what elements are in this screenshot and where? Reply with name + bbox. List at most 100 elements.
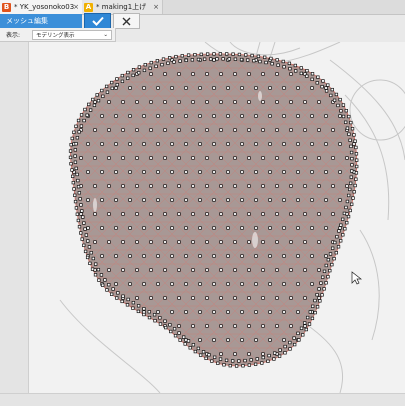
mesh-vertex[interactable] — [116, 291, 120, 295]
mesh-vertex[interactable] — [326, 258, 331, 262]
mesh-vertex[interactable] — [331, 128, 335, 132]
mesh-vertex[interactable] — [163, 184, 167, 188]
mesh-vertex[interactable] — [282, 114, 286, 118]
mesh-vertex[interactable] — [212, 198, 216, 202]
mesh-vertex[interactable] — [191, 100, 195, 104]
mesh-vertex[interactable] — [183, 342, 187, 346]
mesh-vertex[interactable] — [142, 114, 146, 118]
mesh-vertex[interactable] — [177, 72, 181, 76]
mesh-vertex[interactable] — [74, 124, 78, 128]
mesh-vertex[interactable] — [95, 93, 99, 97]
mesh-vertex[interactable] — [152, 313, 157, 317]
mesh-vertex[interactable] — [110, 80, 114, 85]
mesh-vertex[interactable] — [330, 87, 334, 92]
mesh-vertex[interactable] — [344, 109, 348, 113]
mesh-vertex[interactable] — [121, 156, 125, 160]
mesh-vertex[interactable] — [240, 170, 244, 174]
mesh-vertex[interactable] — [348, 208, 352, 213]
mesh-vertex[interactable] — [328, 252, 333, 256]
mesh-vertex[interactable] — [226, 338, 230, 342]
mesh-vertex[interactable] — [293, 63, 298, 68]
mesh-vertex[interactable] — [121, 294, 125, 298]
mesh-vertex[interactable] — [289, 156, 293, 160]
mesh-vertex[interactable] — [142, 226, 146, 230]
mesh-vertex[interactable] — [93, 184, 97, 188]
mesh-vertex[interactable] — [97, 278, 101, 282]
mesh-vertex[interactable] — [226, 86, 230, 90]
mesh-vertex[interactable] — [198, 310, 202, 314]
mesh-vertex[interactable] — [79, 203, 83, 207]
mesh-vertex[interactable] — [247, 240, 251, 244]
mesh-vertex[interactable] — [219, 156, 223, 160]
mesh-vertex[interactable] — [219, 72, 223, 76]
mesh-vertex[interactable] — [188, 346, 192, 350]
cancel-button[interactable] — [113, 13, 140, 29]
mesh-vertex[interactable] — [128, 114, 132, 118]
mesh-vertex[interactable] — [156, 282, 160, 286]
mesh-vertex[interactable] — [74, 206, 79, 210]
mesh-vertex[interactable] — [264, 60, 268, 65]
mesh-vertex[interactable] — [240, 338, 244, 342]
mesh-vertex[interactable] — [268, 310, 272, 314]
mesh-vertex[interactable] — [184, 170, 188, 174]
mesh-vertex[interactable] — [163, 319, 167, 323]
mesh-vertex[interactable] — [350, 169, 354, 173]
mesh-vertex[interactable] — [310, 170, 314, 174]
mesh-vertex[interactable] — [107, 212, 111, 216]
mesh-vertex[interactable] — [315, 305, 320, 309]
mesh-vertex[interactable] — [324, 170, 328, 174]
mesh-vertex[interactable] — [332, 98, 337, 102]
mesh-vertex[interactable] — [228, 364, 232, 368]
mesh-vertex[interactable] — [87, 102, 91, 107]
mesh-vertex[interactable] — [77, 225, 82, 229]
mesh-vertex[interactable] — [254, 114, 258, 118]
mesh-vertex[interactable] — [191, 240, 195, 244]
mesh-vertex[interactable] — [180, 54, 184, 58]
mesh-vertex[interactable] — [107, 283, 111, 287]
mesh-vertex[interactable] — [73, 154, 77, 158]
mesh-vertex[interactable] — [76, 185, 81, 189]
mesh-vertex[interactable] — [347, 193, 351, 198]
mesh-vertex[interactable] — [296, 170, 300, 174]
mesh-vertex[interactable] — [107, 156, 111, 160]
mesh-vertex[interactable] — [282, 310, 286, 314]
mesh-vertex[interactable] — [338, 198, 342, 202]
mesh-vertex[interactable] — [174, 54, 178, 59]
mesh-vertex[interactable] — [191, 212, 195, 216]
mesh-vertex[interactable] — [289, 240, 293, 244]
mesh-vertex[interactable] — [317, 128, 321, 132]
mesh-vertex[interactable] — [87, 245, 92, 249]
mesh-vertex[interactable] — [79, 231, 83, 235]
mesh-vertex[interactable] — [128, 142, 132, 146]
mesh-vertex[interactable] — [156, 142, 160, 146]
mesh-vertex[interactable] — [170, 226, 174, 230]
mesh-vertex[interactable] — [317, 212, 321, 216]
mesh-vertex[interactable] — [278, 348, 282, 352]
mesh-vertex[interactable] — [317, 240, 321, 244]
mesh-vertex[interactable] — [100, 226, 104, 230]
mesh-vertex[interactable] — [172, 60, 176, 64]
mesh-vertex[interactable] — [115, 83, 119, 87]
mesh-vertex[interactable] — [184, 282, 188, 286]
mesh-vertex[interactable] — [79, 124, 84, 128]
close-icon[interactable]: × — [153, 3, 159, 11]
mesh-vertex[interactable] — [335, 235, 339, 239]
mesh-vertex[interactable] — [78, 197, 82, 201]
mesh-vertex[interactable] — [109, 292, 114, 296]
mesh-vertex[interactable] — [354, 177, 358, 181]
mesh-vertex[interactable] — [75, 212, 79, 216]
mesh-vertex[interactable] — [149, 296, 153, 300]
mesh-vertex[interactable] — [250, 53, 254, 58]
mesh-vertex[interactable] — [303, 240, 307, 244]
mesh-vertex[interactable] — [219, 268, 223, 272]
mesh-vertex[interactable] — [226, 142, 230, 146]
mesh-vertex[interactable] — [254, 198, 258, 202]
mesh-vertex[interactable] — [322, 269, 327, 273]
mesh-vertex[interactable] — [212, 310, 216, 314]
mesh-vertex[interactable] — [126, 76, 130, 80]
mesh-vertex[interactable] — [93, 212, 97, 216]
mesh-vertex[interactable] — [205, 296, 209, 300]
mesh-vertex[interactable] — [143, 63, 147, 67]
mesh-vertex[interactable] — [131, 73, 135, 78]
mesh-vertex[interactable] — [69, 143, 73, 147]
